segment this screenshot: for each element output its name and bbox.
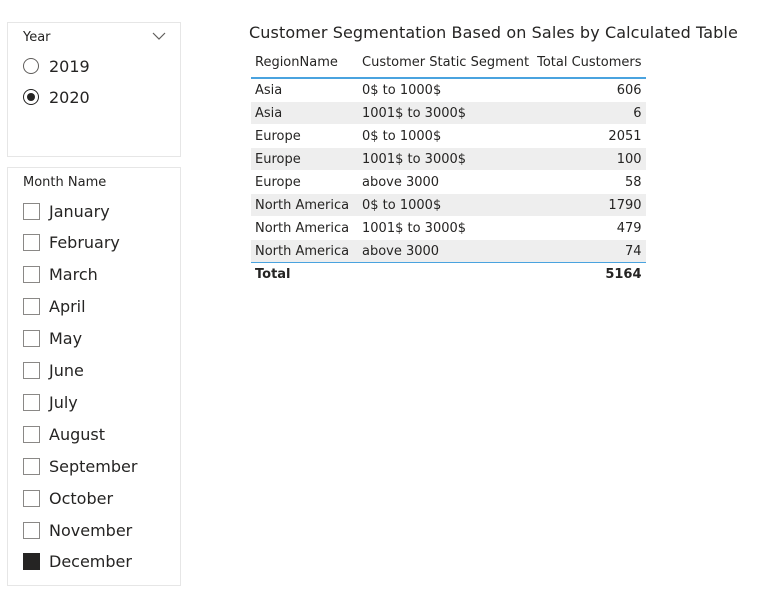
month-option-march[interactable]: March xyxy=(23,263,98,287)
month-slicer-title: Month Name xyxy=(23,175,107,190)
cell-segment: 0$ to 1000$ xyxy=(358,77,534,102)
checkbox[interactable] xyxy=(23,457,40,475)
table-row[interactable]: Europe above 3000 58 xyxy=(251,170,646,194)
month-option-label: April xyxy=(49,297,86,317)
radio-button-selected[interactable] xyxy=(23,89,39,105)
month-option-april[interactable]: April xyxy=(23,295,86,319)
month-option-november[interactable]: November xyxy=(23,518,132,542)
year-option-label: 2019 xyxy=(49,56,90,76)
total-empty-cell xyxy=(358,262,534,285)
cell-segment: above 3000 xyxy=(358,239,534,263)
month-option-label: October xyxy=(49,488,114,508)
cell-segment: 0$ to 1000$ xyxy=(358,124,534,148)
month-option-january[interactable]: January xyxy=(23,199,110,223)
table-row[interactable]: Europe 1001$ to 3000$ 100 xyxy=(251,147,646,171)
cell-segment: 0$ to 1000$ xyxy=(358,193,534,217)
cell-total-customers: 58 xyxy=(533,170,646,194)
month-option-label: June xyxy=(49,361,84,380)
table-total-row: Total 5164 xyxy=(251,262,646,285)
cell-region: Europe xyxy=(251,170,358,194)
customer-segmentation-table: RegionName Customer Static Segment Total… xyxy=(251,48,646,285)
cell-total-customers: 6 xyxy=(533,101,646,125)
month-option-december[interactable]: December xyxy=(23,550,132,574)
month-option-february[interactable]: February xyxy=(23,231,120,255)
table-visual-title: Customer Segmentation Based on Sales by … xyxy=(249,23,738,42)
column-header-total-customers[interactable]: Total Customers xyxy=(533,48,646,79)
cell-total-customers: 606 xyxy=(533,77,646,102)
cell-total-customers: 1790 xyxy=(533,193,646,217)
month-option-september[interactable]: September xyxy=(23,454,137,478)
month-option-june[interactable]: June xyxy=(23,359,84,383)
cell-total-customers: 479 xyxy=(533,216,646,240)
month-option-august[interactable]: August xyxy=(23,422,105,446)
cell-segment: 1001$ to 3000$ xyxy=(358,216,534,240)
checkbox[interactable] xyxy=(23,362,40,379)
cell-total-customers: 74 xyxy=(533,239,646,263)
total-label: Total xyxy=(251,262,358,285)
checkbox[interactable] xyxy=(23,521,40,539)
month-option-label: February xyxy=(49,233,120,253)
cell-total-customers: 2051 xyxy=(533,124,646,148)
checkbox[interactable] xyxy=(23,202,40,220)
table-row[interactable]: Asia 1001$ to 3000$ 6 xyxy=(251,101,646,125)
column-header-segment[interactable]: Customer Static Segment xyxy=(358,48,534,79)
month-option-label: November xyxy=(49,520,133,540)
cell-total-customers: 100 xyxy=(533,147,646,171)
checkbox[interactable] xyxy=(23,425,40,443)
checkbox[interactable] xyxy=(23,298,40,316)
cell-region: North America xyxy=(251,216,358,240)
cell-region: North America xyxy=(251,239,358,263)
month-option-label: March xyxy=(49,265,98,285)
cell-region: Asia xyxy=(251,77,358,102)
month-option-label: September xyxy=(49,456,138,476)
month-option-july[interactable]: July xyxy=(23,390,78,414)
cell-region: Asia xyxy=(251,101,358,125)
cell-segment: 1001$ to 3000$ xyxy=(358,101,534,125)
month-slicer: Month Name January February March April May J… xyxy=(7,167,181,586)
cell-segment: 1001$ to 3000$ xyxy=(358,147,534,171)
table-row[interactable]: North America 0$ to 1000$ 1790 xyxy=(251,193,646,217)
month-option-label: January xyxy=(49,201,110,221)
month-option-label: July xyxy=(49,392,78,412)
table-row[interactable]: Asia 0$ to 1000$ 606 xyxy=(251,77,646,102)
cell-region: Europe xyxy=(251,124,358,148)
table-row[interactable]: Europe 0$ to 1000$ 2051 xyxy=(251,124,646,148)
checkbox[interactable] xyxy=(23,489,40,507)
radio-button[interactable] xyxy=(23,58,39,74)
checkbox[interactable] xyxy=(23,266,40,284)
year-option-2019[interactable]: 2019 xyxy=(23,54,90,78)
checkbox[interactable] xyxy=(23,393,40,411)
year-option-2020[interactable]: 2020 xyxy=(23,85,90,109)
checkbox[interactable] xyxy=(23,234,40,252)
column-header-region[interactable]: RegionName xyxy=(251,48,358,79)
cell-region: Europe xyxy=(251,147,358,171)
month-option-october[interactable]: October xyxy=(23,486,113,510)
month-option-label: December xyxy=(49,552,132,572)
year-slicer-title: Year xyxy=(23,30,51,45)
total-value: 5164 xyxy=(533,262,646,285)
table-header-row: RegionName Customer Static Segment Total… xyxy=(251,48,646,79)
cell-region: North America xyxy=(251,193,358,217)
month-option-label: May xyxy=(49,329,83,349)
table-row[interactable]: North America 1001$ to 3000$ 479 xyxy=(251,216,646,240)
year-option-label: 2020 xyxy=(49,87,90,107)
month-option-may[interactable]: May xyxy=(23,327,82,351)
checkbox[interactable] xyxy=(23,330,40,348)
table-row[interactable]: North America above 3000 74 xyxy=(251,239,646,263)
checkbox-checked[interactable] xyxy=(23,553,40,571)
cell-segment: above 3000 xyxy=(358,170,534,194)
year-slicer: Year 2019 2020 xyxy=(7,22,181,157)
month-option-label: August xyxy=(49,424,105,444)
chevron-down-icon[interactable] xyxy=(152,31,166,41)
